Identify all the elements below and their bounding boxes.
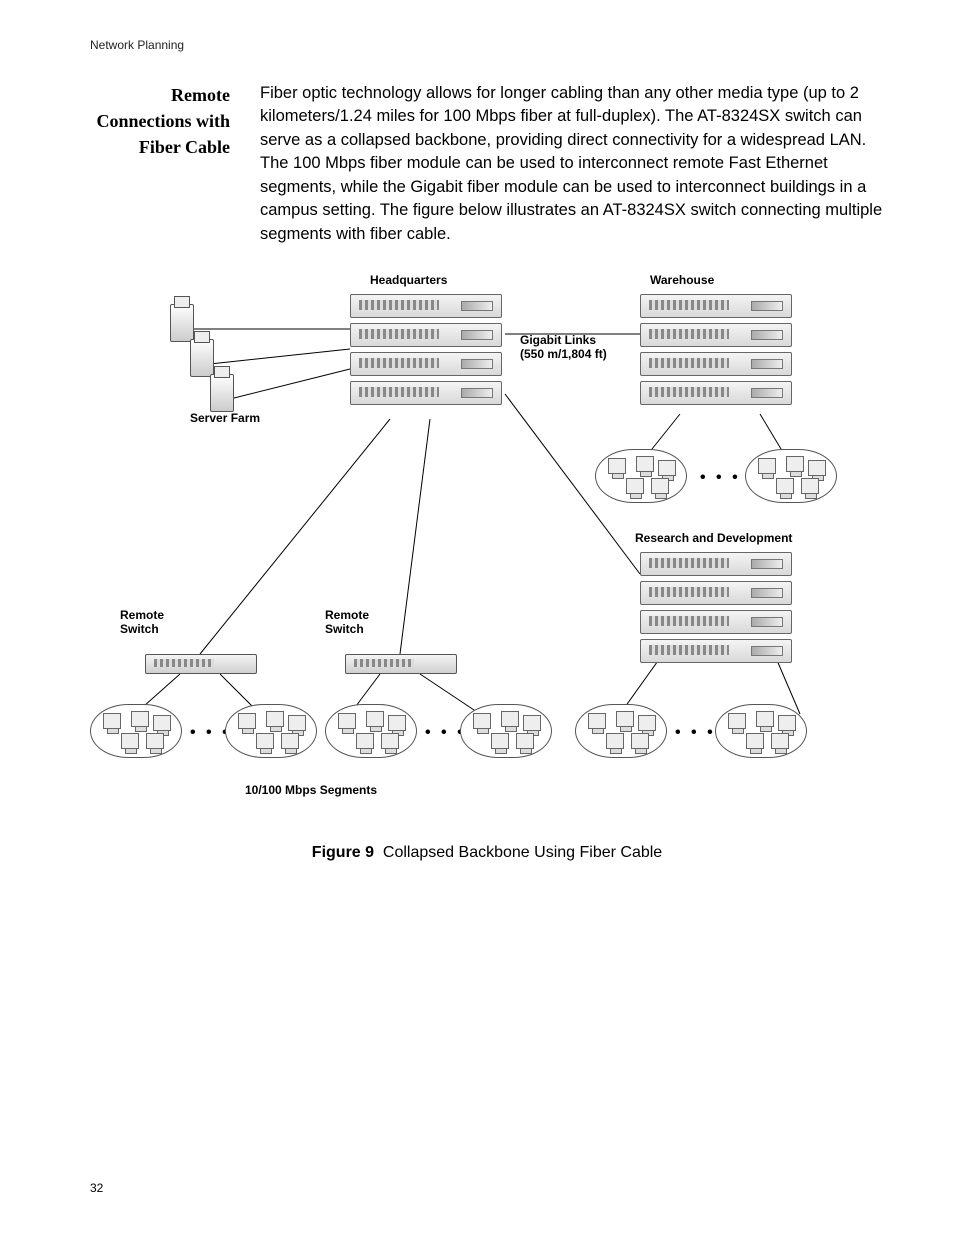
label-remote-switch-2: Remote Switch <box>325 609 369 637</box>
workstation-group <box>460 704 552 758</box>
switch-unit <box>640 381 792 405</box>
switch-unit <box>640 581 792 605</box>
ellipsis-icon: • • • <box>675 724 716 742</box>
switch-unit <box>640 323 792 347</box>
label-gigabit-links-1: Gigabit Links <box>520 334 596 348</box>
side-heading: Remote Connections with Fiber Cable <box>90 82 230 160</box>
running-head: Network Planning <box>90 38 884 52</box>
label-headquarters: Headquarters <box>370 274 447 288</box>
workstation-group <box>90 704 182 758</box>
rd-switch-stack <box>640 552 792 668</box>
network-diagram: Headquarters Warehouse Gigabit Links (55… <box>80 274 870 814</box>
server-icon <box>210 374 232 422</box>
switch-unit <box>640 552 792 576</box>
server-icon <box>190 339 212 387</box>
content-row: Remote Connections with Fiber Cable Fibe… <box>90 82 884 246</box>
server-icon <box>170 304 192 352</box>
switch-unit <box>640 352 792 376</box>
label-segments: 10/100 Mbps Segments <box>245 784 377 798</box>
workstation-group <box>325 704 417 758</box>
switch-unit <box>640 294 792 318</box>
label-warehouse: Warehouse <box>650 274 714 288</box>
ellipsis-icon: • • • <box>700 469 741 487</box>
hq-switch-stack <box>350 294 502 410</box>
workstation-group <box>225 704 317 758</box>
label-gigabit-links-2: (550 m/1,804 ft) <box>520 348 607 362</box>
switch-unit <box>640 610 792 634</box>
remote-switch <box>145 654 257 674</box>
workstation-group <box>745 449 837 503</box>
workstation-group <box>715 704 807 758</box>
figure-caption: Figure 9 Collapsed Backbone Using Fiber … <box>90 844 884 862</box>
body-paragraph: Fiber optic technology allows for longer… <box>260 82 884 246</box>
label-remote-switch-1: Remote Switch <box>120 609 164 637</box>
figure-number: Figure 9 <box>312 844 374 861</box>
workstation-group <box>575 704 667 758</box>
switch-unit <box>350 323 502 347</box>
switch-unit <box>640 639 792 663</box>
switch-unit <box>350 352 502 376</box>
workstation-group <box>595 449 687 503</box>
switch-unit <box>350 294 502 318</box>
remote-switch <box>345 654 457 674</box>
switch-unit <box>350 381 502 405</box>
figure-caption-text: Collapsed Backbone Using Fiber Cable <box>383 844 662 861</box>
page-number: 32 <box>90 1181 103 1195</box>
warehouse-switch-stack <box>640 294 792 410</box>
label-research-dev: Research and Development <box>635 532 792 546</box>
